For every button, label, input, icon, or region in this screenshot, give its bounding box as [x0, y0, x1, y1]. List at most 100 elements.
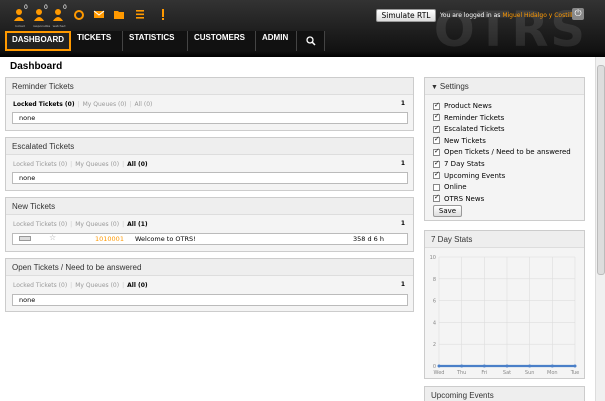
nav-customers[interactable]: CUSTOMERS — [188, 31, 256, 51]
data-point — [573, 364, 577, 368]
responsible-icon[interactable]: 0 responsible — [33, 4, 50, 28]
setting-item[interactable]: Online — [433, 183, 467, 191]
filter-all[interactable]: All (0) — [127, 161, 148, 168]
setting-item[interactable]: Open Tickets / Need to be answered — [433, 147, 571, 157]
setting-item[interactable]: Escalated Tickets — [433, 124, 505, 133]
setting-item[interactable]: Reminder Tickets — [433, 112, 505, 122]
page-count: 1 — [400, 100, 405, 107]
scrollbar[interactable] — [595, 57, 605, 401]
nav-statistics[interactable]: STATISTICS — [123, 31, 188, 51]
setting-item[interactable]: New Tickets — [433, 135, 486, 145]
login-prefix: You are logged in as — [440, 12, 501, 19]
simulate-rtl-button[interactable]: Simulate RTL — [376, 9, 436, 22]
filter-all[interactable]: All (0) — [135, 101, 153, 108]
nav-admin[interactable]: ADMIN — [256, 31, 297, 51]
checkbox[interactable] — [433, 124, 440, 133]
upcoming-title: Upcoming Events — [425, 387, 584, 401]
checkbox[interactable] — [433, 112, 440, 122]
collapse-icon[interactable]: ▼ — [431, 84, 440, 91]
toolbar-label: watched — [52, 24, 66, 28]
checkbox[interactable] — [433, 183, 440, 191]
setting-label: 7 Day Stats — [444, 160, 485, 168]
escalated-filters: Locked Tickets (0) | My Queues (0) | All (0) — [13, 161, 148, 168]
user-link[interactable]: Miguel Hidalgo y Costilla — [502, 12, 576, 19]
email-icon[interactable] — [93, 8, 107, 24]
page-title: Dashboard — [10, 61, 63, 72]
nav-dashboard[interactable]: DASHBOARD — [5, 31, 71, 51]
filter-locked[interactable]: Locked Tickets (0) — [13, 101, 75, 108]
data-point — [505, 364, 509, 368]
folder-icon[interactable] — [113, 8, 127, 24]
widget-title: Reminder Tickets — [6, 78, 413, 95]
checkbox[interactable] — [433, 147, 440, 156]
checkbox[interactable] — [433, 193, 440, 203]
setting-label: Reminder Tickets — [444, 113, 505, 122]
toolbar-count: 0 — [44, 4, 48, 11]
x-tick-label: Tue — [570, 370, 580, 376]
scrollbar-thumb[interactable] — [597, 65, 605, 275]
filter-locked[interactable]: Locked Tickets (0) — [13, 161, 67, 168]
escalated-tickets-widget: Escalated Tickets Locked Tickets (0) | My … — [5, 137, 414, 191]
setting-item[interactable]: 7 Day Stats — [433, 159, 485, 168]
filter-all[interactable]: All (1) — [127, 221, 148, 228]
setting-item[interactable]: Product News — [433, 101, 492, 110]
empty-row: none — [12, 294, 408, 306]
setting-label: Product News — [444, 102, 492, 110]
setting-label: OTRS News — [444, 194, 485, 203]
checkbox[interactable] — [433, 159, 440, 168]
page-count: 1 — [400, 160, 405, 167]
ticket-number[interactable]: 1010001 — [95, 234, 124, 244]
reminder-tickets-widget: Reminder Tickets Locked Tickets (0) | My Q… — [5, 77, 414, 131]
stats-title: 7 Day Stats — [425, 231, 584, 248]
ticket-preview-icon[interactable] — [19, 236, 31, 241]
widget-title: Escalated Tickets — [6, 138, 413, 155]
open-tickets-widget: Open Tickets / Need to be answered Locke… — [5, 258, 414, 312]
top-bar: OTRS 0 locked 0 responsible 0 watched Simulat… — [0, 0, 605, 57]
list-icon[interactable] — [134, 8, 148, 24]
open-filters: Locked Tickets (0) | My Queues (0) | All (0) — [13, 282, 148, 289]
table-row[interactable]: ☆ 1010001 Welcome to OTRS! 358 d 6 h — [12, 233, 408, 245]
setting-item[interactable]: OTRS News — [433, 193, 485, 203]
filter-my-queues[interactable]: My Queues (0) — [83, 101, 127, 108]
settings-header[interactable]: ▼ Settings — [425, 78, 584, 95]
x-tick-label: Mon — [547, 370, 558, 376]
watched-icon[interactable]: 0 watched — [52, 4, 67, 28]
setting-label: New Tickets — [444, 136, 486, 145]
new-tickets-widget: New Tickets Locked Tickets (0) | My Queues… — [5, 197, 414, 252]
alert-icon[interactable] — [157, 8, 171, 24]
filter-locked[interactable]: Locked Tickets (0) — [13, 221, 67, 228]
data-point — [437, 364, 441, 368]
toolbar-label: locked — [15, 24, 25, 28]
filter-all[interactable]: All (0) — [127, 282, 148, 289]
toolbar-count: 0 — [63, 4, 67, 11]
save-button[interactable]: Save — [433, 205, 462, 217]
y-tick-label: 6 — [433, 299, 436, 305]
checkbox[interactable] — [433, 135, 440, 145]
filter-my-queues[interactable]: My Queues (0) — [75, 161, 119, 168]
x-tick-label: Sat — [503, 370, 511, 376]
main-nav: DASHBOARD TICKETS STATISTICS CUSTOMERS A… — [5, 31, 325, 51]
data-point — [550, 364, 554, 368]
y-tick-label: 4 — [433, 320, 436, 326]
filter-locked[interactable]: Locked Tickets (0) — [13, 282, 67, 289]
x-tick-label: Thu — [456, 370, 466, 376]
search-icon[interactable] — [297, 31, 325, 51]
y-tick-label: 2 — [433, 342, 436, 348]
locked-tickets-icon[interactable]: 0 locked — [13, 4, 28, 28]
filter-my-queues[interactable]: My Queues (0) — [75, 221, 119, 228]
nav-tickets[interactable]: TICKETS — [71, 31, 123, 51]
y-tick-label: 10 — [430, 255, 436, 261]
stats-chart: 1086420Wed Thu Fri Sat Sun Mon Tue — [430, 255, 580, 376]
widget-title: Open Tickets / Need to be answered — [6, 259, 413, 276]
setting-label: Open Tickets / Need to be answered — [444, 148, 571, 157]
setting-item[interactable]: Upcoming Events — [433, 170, 505, 180]
data-point — [482, 364, 486, 368]
checkbox[interactable] — [433, 101, 440, 110]
login-info: You are logged in as Miguel Hidalgo y Co… — [440, 12, 576, 19]
star-icon[interactable]: ☆ — [49, 233, 56, 243]
logout-icon[interactable]: ⏻ — [572, 8, 584, 20]
filter-my-queues[interactable]: My Queues (0) — [75, 282, 119, 289]
data-point — [460, 364, 464, 368]
refresh-icon[interactable] — [73, 8, 87, 24]
checkbox[interactable] — [433, 170, 440, 180]
